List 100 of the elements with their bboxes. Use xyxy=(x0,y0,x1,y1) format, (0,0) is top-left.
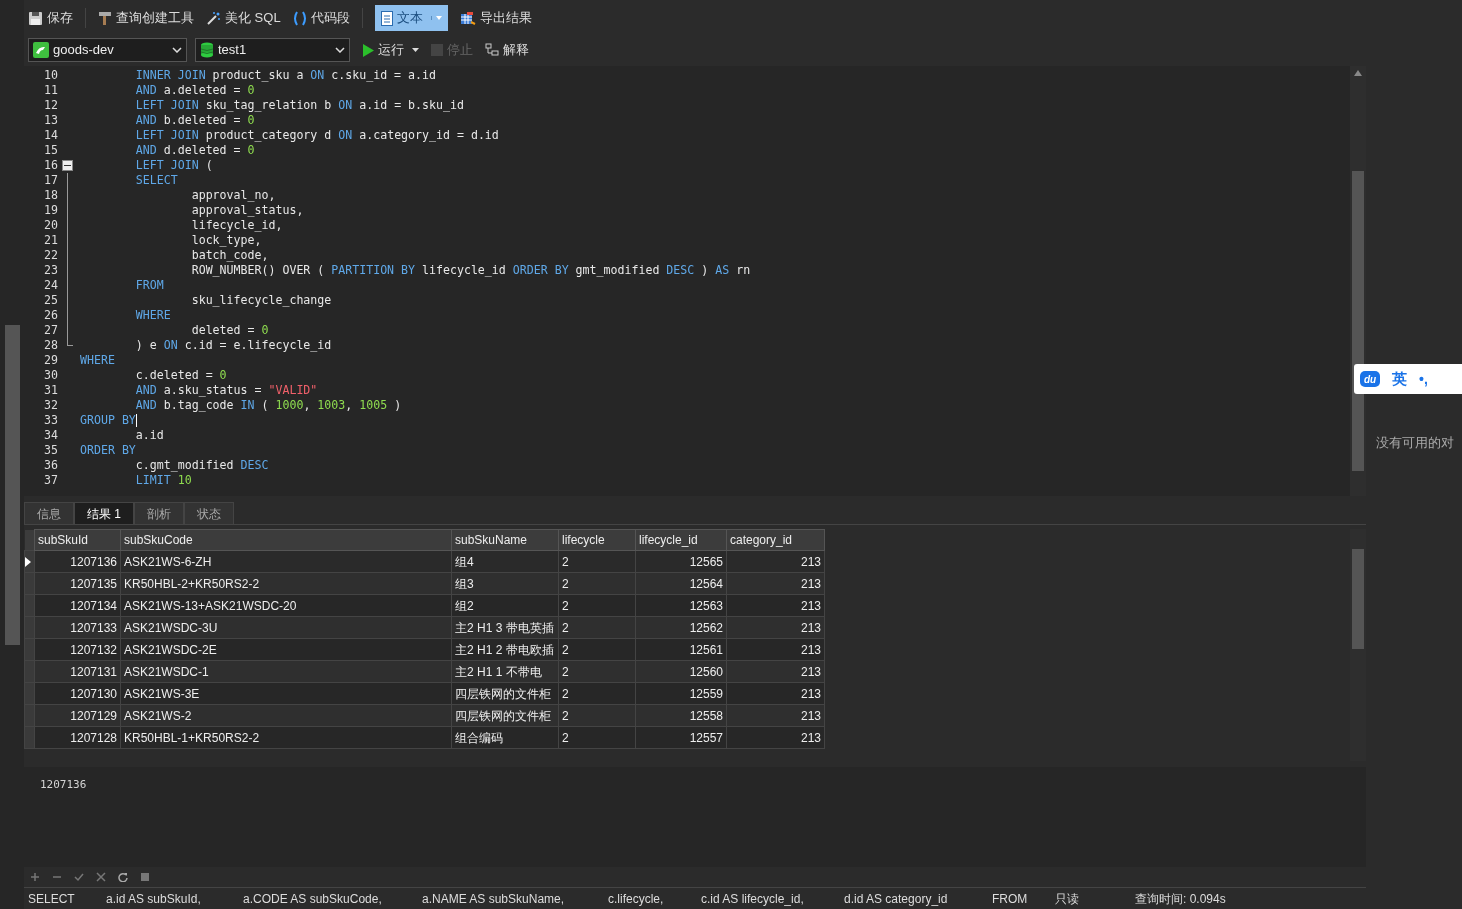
database-select[interactable]: test1 xyxy=(195,38,350,62)
line-number: 15 xyxy=(43,143,58,158)
result-tab[interactable]: 结果 1 xyxy=(74,502,134,524)
table-cell: 1207135 xyxy=(34,572,121,595)
table-cell: ASK21WSDC-3U xyxy=(120,616,452,639)
run-button[interactable]: 运行 xyxy=(362,38,419,62)
chevron-down-icon xyxy=(335,47,345,53)
column-header[interactable]: subSkuCode xyxy=(120,529,452,551)
table-cell: 1207134 xyxy=(34,594,121,617)
code-line: ORDER BY xyxy=(79,443,136,458)
table-row[interactable]: 1207130 ASK21WS-3E 四层铁网的文件柜 2 12559 213 xyxy=(24,682,825,705)
status-text: 只读 xyxy=(1054,890,1080,908)
table-cell: 主2 H1 3 带电英插 xyxy=(451,616,559,639)
result-tab[interactable]: 状态 xyxy=(184,502,234,524)
table-cell: 1207132 xyxy=(34,638,121,661)
code-line: sku_lifecycle_change xyxy=(190,293,332,308)
ime-toolbar[interactable]: du 英 •, xyxy=(1354,364,1462,394)
magic-wand-icon xyxy=(206,10,221,26)
line-number: 23 xyxy=(43,263,58,278)
close-icon[interactable] xyxy=(96,872,106,882)
explain-button[interactable]: 解释 xyxy=(485,38,529,62)
line-number: 35 xyxy=(43,443,58,458)
table-row[interactable]: 1207136 ASK21WS-6-ZH 组4 2 12565 213 xyxy=(24,550,825,573)
table-cell: 213 xyxy=(726,572,825,595)
table-cell: ASK21WS-2 xyxy=(120,704,452,727)
column-header[interactable]: lifecycle xyxy=(558,529,636,551)
snippet-button[interactable]: 代码段 xyxy=(292,5,350,31)
language-toggle[interactable]: 英 xyxy=(1392,367,1407,391)
text-view-button[interactable]: 文本 xyxy=(374,5,448,31)
export-button[interactable]: 导出结果 xyxy=(459,5,532,31)
table-row[interactable]: 1207133 ASK21WSDC-3U 主2 H1 3 带电英插 2 12562 213 xyxy=(24,616,825,639)
line-number: 11 xyxy=(43,83,58,98)
status-text: FROM xyxy=(991,890,1029,908)
scrollbar-thumb[interactable] xyxy=(5,325,20,645)
code-line: ROW_NUMBER() OVER ( PARTITION BY lifecycle_id ORDER BY gmt_modified DESC ) AS rn xyxy=(190,263,751,278)
code-line: LEFT JOIN sku_tag_relation b ON a.id = b.sku_id xyxy=(134,98,464,113)
status-text: c.lifecycle, xyxy=(607,890,665,908)
table-cell: 2 xyxy=(558,550,636,573)
table-row[interactable]: 1207134 ASK21WS-13+ASK21WSDC-20 组2 2 12563 213 xyxy=(24,594,825,617)
table-row[interactable]: 1207129 ASK21WS-2 四层铁网的文件柜 2 12558 213 xyxy=(24,704,825,727)
query-builder-button[interactable]: 查询创建工具 xyxy=(98,5,194,31)
plus-icon[interactable] xyxy=(30,872,40,882)
stop-icon[interactable] xyxy=(140,872,150,882)
table-cell: 组2 xyxy=(451,594,559,617)
table-cell: 12558 xyxy=(635,704,727,727)
table-row[interactable]: 1207131 ASK21WSDC-1 主2 H1 1 不带电 2 12560 213 xyxy=(24,660,825,683)
line-number: 34 xyxy=(43,428,58,443)
refresh-icon[interactable] xyxy=(118,872,128,882)
table-cell: 1207136 xyxy=(34,550,121,573)
code-line: approval_no, xyxy=(190,188,276,203)
line-number: 33 xyxy=(43,413,58,428)
code-line: c.gmt_modified DESC xyxy=(134,458,269,473)
code-line: a.id xyxy=(134,428,164,443)
connection-select[interactable]: goods-dev xyxy=(28,38,187,62)
table-cell: ASK21WS-13+ASK21WSDC-20 xyxy=(120,594,452,617)
table-cell: ASK21WS-6-ZH xyxy=(120,550,452,573)
line-number: 21 xyxy=(43,233,58,248)
code-line: c.deleted = 0 xyxy=(134,368,227,383)
table-cell: 组4 xyxy=(451,550,559,573)
line-number: 24 xyxy=(43,278,58,293)
line-number: 30 xyxy=(43,368,58,383)
table-row[interactable]: 1207135 KR50HBL-2+KR50RS2-2 组3 2 12564 213 xyxy=(24,572,825,595)
code-line: AND b.deleted = 0 xyxy=(134,113,255,128)
table-cell: 12557 xyxy=(635,726,727,749)
beautify-sql-button[interactable]: 美化 SQL xyxy=(206,5,281,31)
result-tab[interactable]: 剖析 xyxy=(134,502,184,524)
line-number: 22 xyxy=(43,248,58,263)
table-cell: 四层铁网的文件柜 xyxy=(451,682,559,705)
line-number: 26 xyxy=(43,308,58,323)
table-cell: KR50HBL-2+KR50RS2-2 xyxy=(120,572,452,595)
table-cell: 2 xyxy=(558,594,636,617)
caret-icon xyxy=(412,48,419,52)
check-icon[interactable] xyxy=(74,872,84,882)
line-number: 36 xyxy=(43,458,58,473)
status-text: a.CODE AS subSkuCode, xyxy=(242,890,383,908)
scroll-up-icon[interactable] xyxy=(1354,70,1362,76)
table-cell: 12564 xyxy=(635,572,727,595)
table-row[interactable]: 1207132 ASK21WSDC-2E 主2 H1 2 带电欧插 2 12561 213 xyxy=(24,638,825,661)
status-text: a.NAME AS subSkuName, xyxy=(421,890,566,908)
code-line: INNER JOIN product_sku a ON c.sku_id = a.id xyxy=(134,68,436,83)
result-tab[interactable]: 信息 xyxy=(24,502,74,524)
column-header[interactable]: lifecycle_id xyxy=(635,529,727,551)
punctuation-toggle[interactable]: •, xyxy=(1419,368,1428,390)
collapse-icon[interactable] xyxy=(62,160,73,171)
status-text: a.id AS subSkuId, xyxy=(105,890,202,908)
table-cell: 2 xyxy=(558,704,636,727)
code-line: lifecycle_id, xyxy=(190,218,283,233)
table-cell: KR50HBL-1+KR50RS2-2 xyxy=(120,726,452,749)
table-cell: 1207130 xyxy=(34,682,121,705)
table-cell: 213 xyxy=(726,616,825,639)
column-header[interactable]: category_id xyxy=(726,529,825,551)
code-line: WHERE xyxy=(79,353,115,368)
code-line: LEFT JOIN product_category d ON a.category_id = d.id xyxy=(134,128,499,143)
table-cell: 2 xyxy=(558,660,636,683)
column-header[interactable]: subSkuId xyxy=(34,529,121,551)
save-button[interactable]: 保存 xyxy=(28,5,73,31)
code-line: GROUP BY xyxy=(79,413,137,428)
table-row[interactable]: 1207128 KR50HBL-1+KR50RS2-2 组合编码 2 12557 213 xyxy=(24,726,825,749)
column-header[interactable]: subSkuName xyxy=(451,529,559,551)
code-line: LIMIT 10 xyxy=(134,473,192,488)
